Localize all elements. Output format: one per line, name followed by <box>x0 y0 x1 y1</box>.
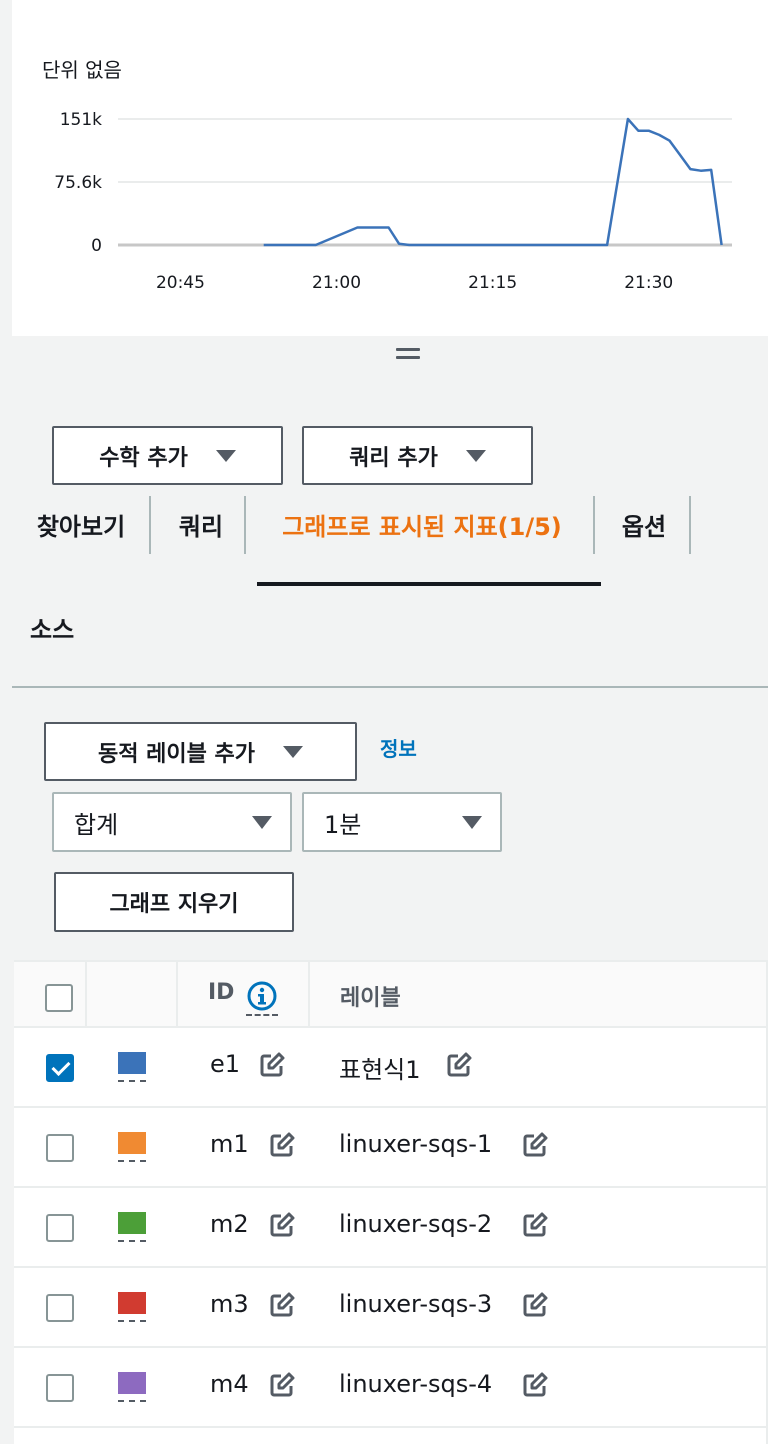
metrics-table: ID 레이블 e1 표현식1 m1 linuxer-sqs-1 m2 linuxer-sq… <box>14 960 768 1444</box>
add-math-label: 수학 추가 <box>99 445 188 471</box>
metric-id: e1 <box>210 1050 241 1078</box>
table-row: m4 linuxer-sqs-4 <box>14 1348 768 1428</box>
table-row: m2 linuxer-sqs-2 <box>14 1188 768 1268</box>
table-header: ID 레이블 <box>14 962 768 1028</box>
add-query-label: 쿼리 추가 <box>349 445 438 471</box>
line-style-indicator <box>118 1240 146 1242</box>
series-color-swatch[interactable] <box>118 1292 146 1314</box>
metric-label: linuxer-sqs-4 <box>339 1370 493 1398</box>
section-divider <box>12 686 768 688</box>
chart-plot: 151k 75.6k 0 20:45 21:00 21:15 21:30 <box>54 110 732 293</box>
line-style-indicator <box>118 1080 146 1082</box>
statistic-select[interactable]: 합계 <box>52 792 292 852</box>
table-row: e1 표현식1 <box>14 1028 768 1108</box>
tab-query[interactable]: 쿼리 <box>170 494 232 554</box>
caret-down-icon <box>215 449 236 462</box>
edit-icon[interactable] <box>446 1052 472 1078</box>
row-checkbox[interactable] <box>46 1214 74 1242</box>
edit-icon[interactable] <box>259 1052 285 1078</box>
table-row: m1 linuxer-sqs-1 <box>14 1108 768 1188</box>
edit-icon[interactable] <box>269 1212 295 1238</box>
edit-icon[interactable] <box>522 1212 548 1238</box>
y-tick-label: 0 <box>91 236 102 256</box>
edit-icon[interactable] <box>269 1132 295 1158</box>
active-tab-indicator <box>257 582 601 586</box>
row-checkbox[interactable] <box>46 1134 74 1162</box>
line-style-indicator <box>118 1320 146 1322</box>
info-link[interactable]: 정보 <box>380 733 417 762</box>
column-separator <box>85 962 87 1026</box>
edit-icon[interactable] <box>269 1372 295 1398</box>
metric-label: linuxer-sqs-3 <box>339 1290 493 1318</box>
clear-graph-button[interactable]: 그래프 지우기 <box>54 872 294 932</box>
metric-id: m3 <box>210 1290 249 1318</box>
table-row: m3 linuxer-sqs-3 <box>14 1268 768 1348</box>
tab-options[interactable]: 옵션 <box>612 494 676 554</box>
tab-separator <box>593 496 595 554</box>
metric-id: m2 <box>210 1210 249 1238</box>
column-header-label: 레이블 <box>340 986 401 1011</box>
info-underline <box>246 1014 278 1016</box>
row-checkbox[interactable] <box>46 1054 74 1082</box>
y-tick-label: 151k <box>60 110 102 130</box>
metric-chart: 단위 없음 151k 75.6k 0 20:45 21:00 21:15 21:30 <box>12 0 768 336</box>
tab-separator <box>689 496 691 554</box>
caret-down-icon <box>465 449 486 462</box>
x-tick-label: 21:30 <box>624 273 673 293</box>
metric-label: linuxer-sqs-2 <box>339 1210 493 1238</box>
series-color-swatch[interactable] <box>118 1132 146 1154</box>
select-all-checkbox[interactable] <box>45 984 73 1012</box>
column-header-id: ID <box>208 980 235 1005</box>
edit-icon[interactable] <box>522 1292 548 1318</box>
statistic-value: 합계 <box>74 810 119 839</box>
caret-down-icon <box>252 816 272 829</box>
series-color-swatch[interactable] <box>118 1052 146 1074</box>
x-tick-label: 21:15 <box>468 273 517 293</box>
add-dynamic-label-text: 동적 레이블 추가 <box>98 741 255 767</box>
tab-source[interactable]: 소스 <box>30 610 74 645</box>
column-separator <box>308 962 310 1026</box>
metric-label: 표현식1 <box>339 1056 421 1084</box>
metric-id: m1 <box>210 1130 249 1158</box>
series-color-swatch[interactable] <box>118 1212 146 1234</box>
resize-handle[interactable] <box>396 348 420 362</box>
edit-icon[interactable] <box>522 1132 548 1158</box>
tab-separator <box>149 496 151 554</box>
add-math-button[interactable]: 수학 추가 <box>52 426 283 485</box>
add-query-button[interactable]: 쿼리 추가 <box>302 426 533 485</box>
series-color-swatch[interactable] <box>118 1372 146 1394</box>
edit-icon[interactable] <box>269 1292 295 1318</box>
metric-label: linuxer-sqs-1 <box>339 1130 493 1158</box>
tab-separator <box>244 496 246 554</box>
add-dynamic-label-button[interactable]: 동적 레이블 추가 <box>44 722 357 781</box>
clear-graph-label: 그래프 지우기 <box>109 892 239 917</box>
caret-down-icon <box>462 816 482 829</box>
caret-down-icon <box>283 745 303 758</box>
line-style-indicator <box>118 1160 146 1162</box>
column-separator <box>176 962 178 1026</box>
row-checkbox[interactable] <box>46 1294 74 1322</box>
period-value: 1분 <box>324 810 362 839</box>
metric-id: m4 <box>210 1370 249 1398</box>
tab-browse[interactable]: 찾아보기 <box>30 494 132 554</box>
tab-graphed-metrics[interactable]: 그래프로 표시된 지표(1/5) <box>266 494 578 554</box>
edit-icon[interactable] <box>522 1372 548 1398</box>
row-checkbox[interactable] <box>46 1374 74 1402</box>
x-tick-label: 21:00 <box>312 273 361 293</box>
info-icon[interactable] <box>246 980 278 1012</box>
period-select[interactable]: 1분 <box>302 792 502 852</box>
y-tick-label: 75.6k <box>54 173 102 193</box>
x-tick-label: 20:45 <box>156 273 205 293</box>
tab-bar: 찾아보기 쿼리 그래프로 표시된 지표(1/5) 옵션 <box>0 494 768 558</box>
line-style-indicator <box>118 1400 146 1402</box>
